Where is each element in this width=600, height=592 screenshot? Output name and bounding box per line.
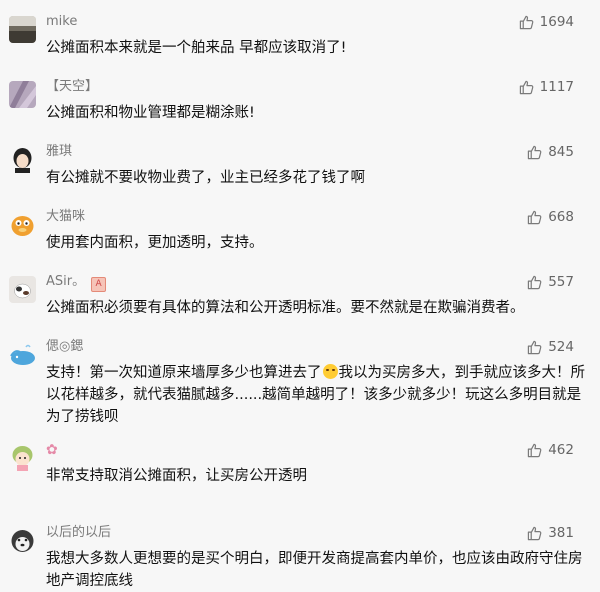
username[interactable]: mike [46, 13, 77, 31]
like-button[interactable]: 381 [527, 524, 574, 542]
comment-text: 非常支持取消公摊面积，让买房公开透明 [46, 468, 307, 484]
like-button[interactable]: 524 [527, 338, 574, 356]
comment-text: 有公摊就不要收物业费了，业主已经多花了钱了啊 [46, 170, 365, 186]
like-button[interactable]: 668 [527, 208, 574, 226]
avatar[interactable] [9, 16, 36, 43]
like-count: 668 [548, 209, 574, 225]
avatar[interactable] [9, 341, 36, 368]
username[interactable]: ASir。 A [46, 273, 107, 292]
comment-list: mike 公摊面积本来就是一个舶来品 早都应该取消了! 1694 【天空】 公摊… [0, 0, 600, 592]
comment-text: 公摊面积必须要有具体的算法和公开透明标准。要不然就是在欺骗消费者。 [46, 300, 525, 316]
like-count: 381 [548, 525, 574, 541]
comment-text: 公摊面积本来就是一个舶来品 早都应该取消了! [46, 40, 347, 56]
like-button[interactable]: 845 [527, 143, 574, 161]
like-count: 1117 [539, 79, 574, 95]
username[interactable]: 雅琪 [46, 143, 72, 161]
thumbs-up-icon [527, 145, 542, 160]
avatar[interactable] [9, 146, 36, 173]
avatar[interactable] [9, 276, 36, 303]
avatar[interactable] [9, 527, 36, 554]
username[interactable]: ✿ [46, 441, 58, 460]
comment-text: 使用套内面积，更加透明，支持。 [46, 235, 264, 251]
username[interactable]: 【天空】 [46, 78, 98, 96]
thumbs-up-icon [519, 80, 534, 95]
flower-icon: ✿ [46, 442, 58, 458]
like-button[interactable]: 557 [527, 273, 574, 291]
like-count: 524 [548, 339, 574, 355]
username[interactable]: 偲◎鍶 [46, 338, 83, 356]
thumbs-up-icon [519, 15, 534, 30]
thumbs-up-icon [527, 340, 542, 355]
thumbs-up-icon [527, 275, 542, 290]
username[interactable]: 以后的以后 [46, 524, 111, 542]
like-count: 462 [548, 442, 574, 458]
like-count: 1694 [539, 14, 574, 30]
username[interactable]: 大猫咪 [46, 208, 85, 226]
avatar[interactable] [9, 81, 36, 108]
thumbs-up-icon [527, 526, 542, 541]
like-button[interactable]: 462 [527, 441, 574, 459]
thumbs-up-icon [527, 210, 542, 225]
thumbs-up-icon [527, 443, 542, 458]
avatar[interactable] [9, 444, 36, 471]
like-button[interactable]: 1117 [519, 78, 574, 96]
comment-text: 支持！第一次知道原来墙厚多少也算进去了 我以为买房多大，到手就应该多大！所以花样越… [46, 364, 585, 425]
avatar[interactable] [9, 211, 36, 238]
like-count: 845 [548, 144, 574, 160]
comment-text: 我想大多数人更想要的是买个明白，即便开发商提高套内单价，也应该由政府守住房地产调… [46, 551, 583, 589]
comment-text: 公摊面积和物业管理都是糊涂账! [46, 105, 255, 121]
teary-face-emoji [322, 364, 338, 379]
like-count: 557 [548, 274, 574, 290]
like-button[interactable]: 1694 [519, 13, 574, 31]
member-badge: A [91, 277, 107, 292]
